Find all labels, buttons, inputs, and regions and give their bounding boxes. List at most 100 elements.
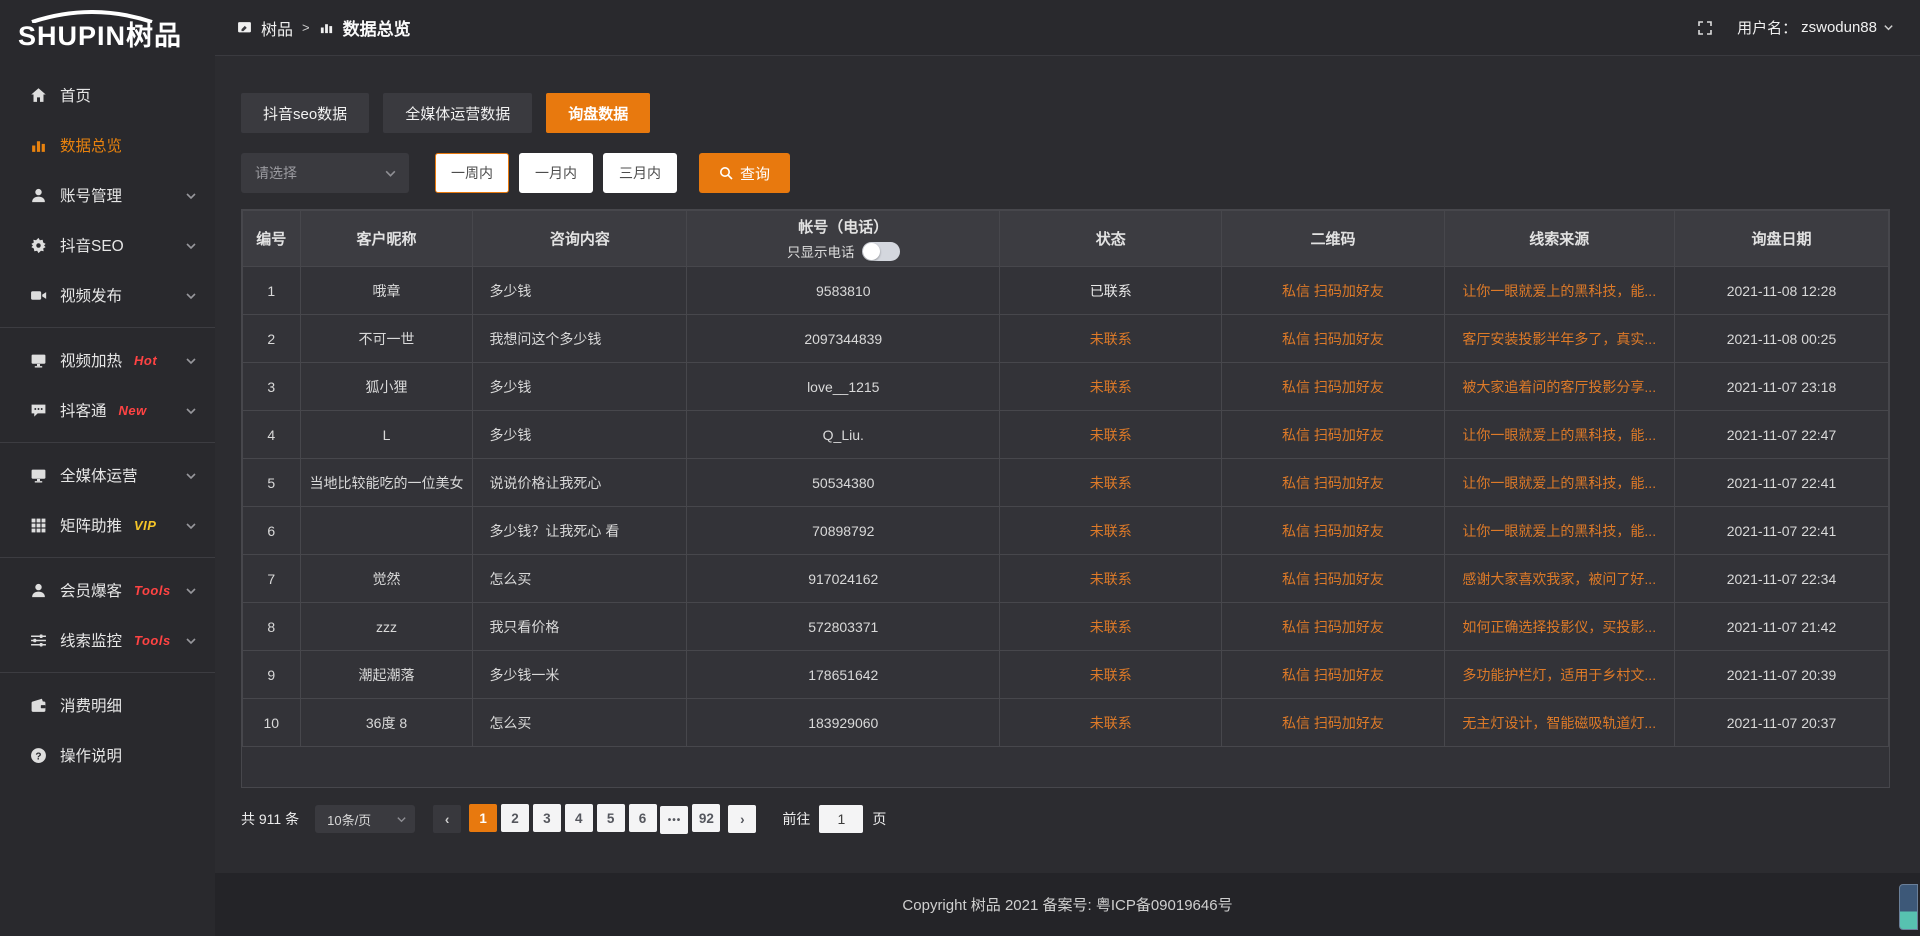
status-text: 未联系 — [1000, 411, 1222, 459]
sidebar-item[interactable]: 抖音SEO — [0, 220, 215, 270]
source-link[interactable]: 被大家追着问的客厅投影分享... — [1462, 379, 1656, 395]
qr-link[interactable]: 私信 扫码加好友 — [1282, 667, 1384, 683]
next-page-button[interactable]: › — [728, 805, 756, 833]
user-menu[interactable]: 用户名： zswodun88 — [1737, 17, 1894, 38]
page-number-button[interactable]: 5 — [597, 804, 625, 832]
page-number-button[interactable]: 1 — [469, 804, 497, 832]
cell-id: 4 — [243, 411, 301, 459]
page-size-value: 10条/页 — [327, 810, 371, 829]
sidebar-item[interactable]: 数据总览 — [0, 120, 215, 170]
page-number-button[interactable]: 6 — [629, 804, 657, 832]
jump-suffix: 页 — [872, 809, 886, 829]
logo: SHUPIN树品 — [0, 0, 215, 62]
sidebar-item[interactable]: 矩阵助推 VIP — [0, 500, 215, 550]
sidebar-item[interactable]: 消费明细 — [0, 680, 215, 730]
user-label: 用户名： — [1737, 17, 1797, 38]
cell-account: 572803371 — [687, 603, 1000, 651]
chevron-down-icon — [185, 289, 197, 305]
cell-id: 8 — [243, 603, 301, 651]
cell-content: 怎么买 — [473, 699, 687, 747]
page-number-button[interactable]: 92 — [692, 804, 720, 832]
app-window: SHUPIN树品 首页 数据总览 — [0, 0, 1920, 936]
page-number-button[interactable]: 3 — [533, 804, 561, 832]
source-link[interactable]: 让你一眼就爱上的黑科技，能... — [1462, 283, 1656, 299]
chevron-down-icon — [185, 239, 197, 255]
chevron-down-icon — [396, 814, 407, 825]
jump-page-input[interactable] — [819, 805, 863, 833]
status-text: 未联系 — [1000, 507, 1222, 555]
qr-link[interactable]: 私信 扫码加好友 — [1282, 619, 1384, 635]
sidebar-item[interactable]: ? 操作说明 — [0, 730, 215, 780]
sidebar-item[interactable]: 账号管理 — [0, 170, 215, 220]
search-button[interactable]: 查询 — [699, 153, 790, 193]
table-row: 7 觉然 怎么买 917024162 未联系 私信 扫码加好友 感谢大家喜欢我家… — [243, 555, 1889, 603]
qr-link[interactable]: 私信 扫码加好友 — [1282, 523, 1384, 539]
period-button[interactable]: 一月内 — [519, 153, 593, 193]
qr-link[interactable]: 私信 扫码加好友 — [1282, 331, 1384, 347]
sidebar-item[interactable]: 视频加热 Hot — [0, 335, 215, 385]
source-link[interactable]: 如何正确选择投影仪，买投影... — [1462, 619, 1656, 635]
tab-button[interactable]: 询盘数据 — [546, 93, 650, 133]
qr-link[interactable]: 私信 扫码加好友 — [1282, 715, 1384, 731]
cell-content: 怎么买 — [473, 555, 687, 603]
sidebar-item[interactable]: 会员爆客 Tools — [0, 565, 215, 615]
cell-nickname — [300, 507, 473, 555]
logo-en: SHUPIN — [18, 21, 126, 51]
floating-widget[interactable] — [1899, 884, 1918, 930]
qr-link[interactable]: 私信 扫码加好友 — [1282, 427, 1384, 443]
sidebar-item-label: 全媒体运营 — [60, 464, 138, 486]
sidebar-item[interactable]: 线索监控 Tools — [0, 615, 215, 665]
sliders-icon — [30, 632, 47, 649]
phone-only-toggle[interactable] — [862, 242, 900, 261]
page-size-select[interactable]: 10条/页 — [315, 805, 415, 833]
table-row: 1 哦章 多少钱 9583810 已联系 私信 扫码加好友 让你一眼就爱上的黑科… — [243, 267, 1889, 315]
source-link[interactable]: 让你一眼就爱上的黑科技，能... — [1462, 427, 1656, 443]
source-link[interactable]: 让你一眼就爱上的黑科技，能... — [1462, 523, 1656, 539]
col-header-source: 线索来源 — [1444, 211, 1674, 267]
period-button[interactable]: 一周内 — [435, 153, 509, 193]
status-text: 未联系 — [1000, 603, 1222, 651]
filter-select[interactable]: 请选择 — [241, 153, 409, 193]
chevron-down-icon — [185, 584, 197, 600]
source-link[interactable]: 让你一眼就爱上的黑科技，能... — [1462, 475, 1656, 491]
qr-link[interactable]: 私信 扫码加好友 — [1282, 379, 1384, 395]
source-link[interactable]: 无主灯设计，智能磁吸轨道灯... — [1462, 715, 1656, 731]
sidebar-item[interactable]: 首页 — [0, 70, 215, 120]
qr-link[interactable]: 私信 扫码加好友 — [1282, 475, 1384, 491]
cell-account: 9583810 — [687, 267, 1000, 315]
source-link[interactable]: 感谢大家喜欢我家，被问了好... — [1462, 571, 1656, 587]
jump-label: 前往 — [782, 809, 810, 829]
tab-button[interactable]: 全媒体运营数据 — [383, 93, 532, 133]
cell-nickname: 不可一世 — [300, 315, 473, 363]
person-icon — [30, 582, 47, 599]
page-number-button[interactable]: ••• — [660, 806, 688, 834]
col-header-status: 状态 — [1000, 211, 1222, 267]
breadcrumb-app[interactable]: 树品 — [261, 16, 293, 40]
tab-button[interactable]: 抖音seo数据 — [241, 93, 369, 133]
fullscreen-icon[interactable] — [1697, 20, 1713, 36]
breadcrumb: 树品 > 数据总览 — [237, 15, 411, 40]
sidebar-item[interactable]: 抖客通 New — [0, 385, 215, 435]
breadcrumb-separator: > — [302, 20, 310, 35]
sidebar-item[interactable]: 视频发布 — [0, 270, 215, 320]
source-link[interactable]: 客厅安装投影半年多了，真实... — [1462, 331, 1656, 347]
cell-date: 2021-11-07 20:39 — [1674, 651, 1888, 699]
cell-id: 9 — [243, 651, 301, 699]
qr-link[interactable]: 私信 扫码加好友 — [1282, 571, 1384, 587]
sidebar-item-badge: VIP — [134, 518, 156, 533]
cell-content: 多少钱 — [473, 411, 687, 459]
period-button[interactable]: 三月内 — [603, 153, 677, 193]
qr-link[interactable]: 私信 扫码加好友 — [1282, 283, 1384, 299]
cell-account: Q_Liu. — [687, 411, 1000, 459]
col-header-id: 编号 — [243, 211, 301, 267]
prev-page-button[interactable]: ‹ — [433, 805, 461, 833]
page-number-button[interactable]: 4 — [565, 804, 593, 832]
cell-date: 2021-11-08 12:28 — [1674, 267, 1888, 315]
inquiry-table: 编号 客户昵称 咨询内容 帐号（电话） 只显示电话 状态 二维码 线索来源 — [241, 209, 1890, 788]
table-row: 2 不可一世 我想问这个多少钱 2097344839 未联系 私信 扫码加好友 … — [243, 315, 1889, 363]
username: zswodun88 — [1801, 19, 1877, 36]
sidebar-item[interactable]: 全媒体运营 — [0, 450, 215, 500]
page-number-button[interactable]: 2 — [501, 804, 529, 832]
source-link[interactable]: 多功能护栏灯，适用于乡村文... — [1462, 667, 1656, 683]
cell-date: 2021-11-07 22:41 — [1674, 507, 1888, 555]
